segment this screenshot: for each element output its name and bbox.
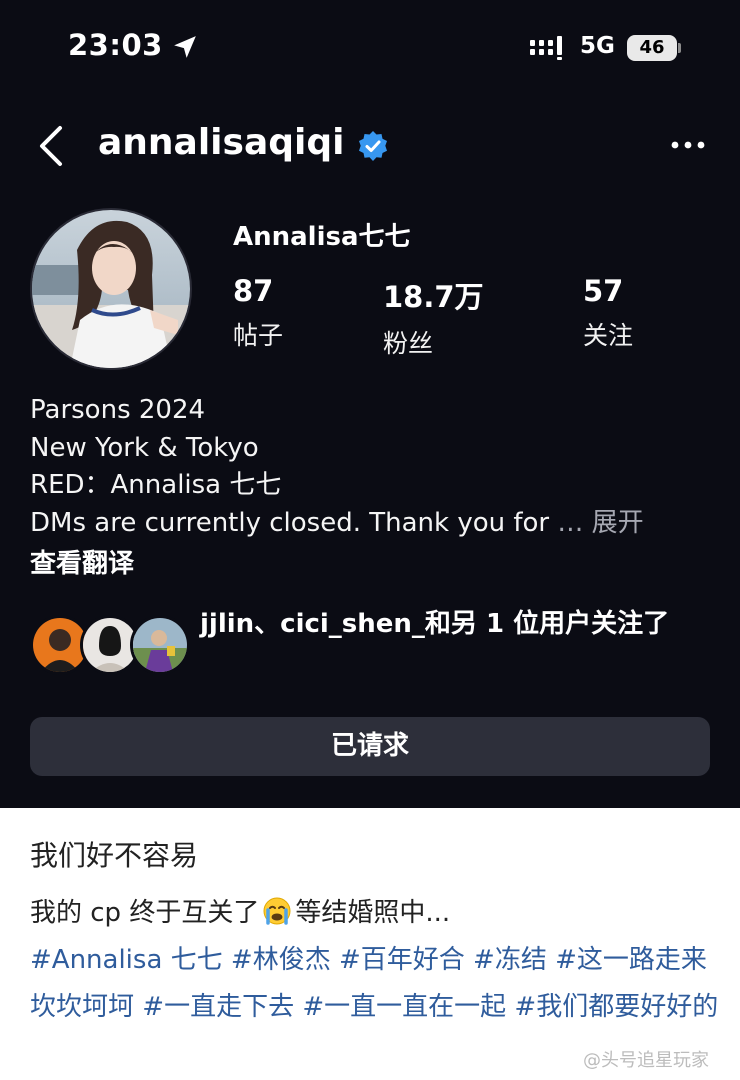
profile-avatar[interactable] bbox=[30, 208, 192, 370]
follower-avatar[interactable] bbox=[130, 615, 190, 675]
stat-followers-label: 粉丝 bbox=[383, 329, 434, 358]
follower-avatar-photo-1 bbox=[33, 618, 87, 672]
verified-badge-icon bbox=[359, 131, 387, 161]
hashtag[interactable]: #一直一直在一起 bbox=[302, 992, 506, 1022]
battery-cap bbox=[678, 43, 681, 53]
stat-posts-value: 87 bbox=[233, 274, 274, 308]
watermark: @头号追星玩家 bbox=[583, 1050, 709, 1071]
bio-line: New York & Tokyo bbox=[30, 432, 259, 463]
bio-line-truncated: DMs are currently closed. Thank you for … bbox=[30, 505, 720, 543]
avatar-photo bbox=[32, 210, 190, 368]
display-name: Annalisa七七 bbox=[233, 222, 411, 252]
hashtag[interactable]: #冻结 bbox=[473, 945, 547, 975]
stat-followers[interactable]: 18.7万 粉丝 bbox=[383, 274, 484, 360]
battery-icon: 46 bbox=[627, 35, 677, 61]
stat-posts-label: 帖子 bbox=[233, 321, 284, 350]
bio-line: DMs are currently closed. Thank you for bbox=[30, 507, 550, 538]
hashtag[interactable]: #林俊杰 bbox=[231, 945, 331, 975]
profile-username: annalisaqiqi bbox=[98, 122, 345, 163]
back-chevron-icon[interactable] bbox=[36, 124, 66, 168]
bio-ellipsis: … bbox=[557, 507, 584, 538]
bio-expand-link[interactable]: 展开 bbox=[592, 508, 644, 538]
signal-icon bbox=[530, 36, 562, 60]
follower-avatar-photo-3 bbox=[133, 618, 187, 672]
network-label: 5G bbox=[580, 33, 615, 59]
stat-following[interactable]: 57 关注 bbox=[583, 274, 633, 352]
status-time: 23:03 bbox=[68, 28, 163, 62]
bio-line: RED：Annalisa 七七 bbox=[30, 470, 282, 500]
post-text-suffix: 等结婚照中... bbox=[295, 898, 451, 928]
bio-line: Parsons 2024 bbox=[30, 395, 206, 425]
follower-avatar-photo-2 bbox=[83, 618, 137, 672]
location-arrow-icon bbox=[174, 36, 196, 58]
post-title: 我们好不容易 bbox=[30, 839, 199, 872]
hashtag[interactable]: #一直走下去 bbox=[142, 992, 294, 1022]
post-body: 我的 cp 终于互关了 等结婚照中... #Annalisa 七七 #林俊杰 #… bbox=[30, 890, 720, 1031]
post-text-prefix: 我的 cp 终于互关了 bbox=[30, 898, 260, 928]
hashtag[interactable]: #百年好合 bbox=[339, 945, 465, 975]
stat-following-value: 57 bbox=[583, 274, 624, 308]
stat-following-label: 关注 bbox=[583, 321, 634, 350]
crying-face-icon bbox=[263, 897, 291, 925]
followed-by-text[interactable]: jjlin、cici_shen_和另 1 位用户关注了 bbox=[200, 606, 700, 642]
bio: Parsons 2024 New York & Tokyo RED：Annali… bbox=[30, 392, 720, 542]
requested-button[interactable]: 已请求 bbox=[30, 717, 710, 776]
stat-posts[interactable]: 87 帖子 bbox=[233, 274, 283, 352]
hashtag[interactable]: #Annalisa 七七 bbox=[30, 945, 223, 975]
stat-followers-value: 18.7万 bbox=[383, 280, 484, 314]
more-dots-icon[interactable] bbox=[670, 140, 706, 150]
instagram-profile-screenshot: 23:03 5G 46 annalisaqiqi Annalisa七七 87 帖… bbox=[0, 0, 740, 808]
see-translation-link[interactable]: 查看翻译 bbox=[30, 543, 134, 580]
hashtag[interactable]: #我们都要好好的 bbox=[514, 992, 718, 1022]
